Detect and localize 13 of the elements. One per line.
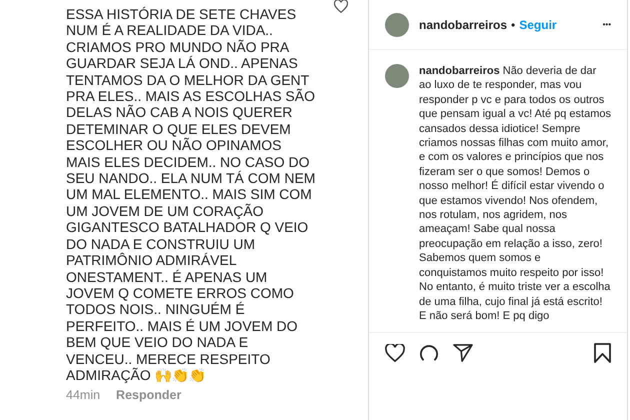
comment-time: 44min xyxy=(66,387,100,404)
username[interactable]: nandobarreiros xyxy=(419,16,508,34)
send-icon[interactable] xyxy=(453,344,473,362)
avatar[interactable] xyxy=(385,64,409,88)
heart-icon[interactable] xyxy=(385,344,405,362)
avatar[interactable] xyxy=(385,12,409,36)
separator: • xyxy=(511,16,516,34)
comment-icon[interactable] xyxy=(419,344,439,362)
more-options-button[interactable]: ••• xyxy=(602,18,611,30)
bookmark-icon[interactable] xyxy=(594,343,611,363)
heart-icon[interactable] xyxy=(334,0,348,13)
comment-text: ESSA HISTÓRIA DE SETE CHAVES NUM É A REALIDADE DA VIDA.. CRIAMOS PRO MUNDO NÃO PRA GUARDAR SEJA LÁ OND.. APENAS TENTAMOS DA O MELHOR DA GENT PRA ELES.. MAIS AS ESCOLHAS SÃO DELAS NÃO CAB A NOIS QUERER DETEMINAR O QUE ELES DEVEM ESCOLHER OU NÃO OPINAMOS MAIS ELES DECIDEM.. NO CASO DO SEU NANDO.. ELA NUM TÁ COM NEM UM MAL ELEMENTO.. MAIS SIM COM UM JOVEM DE UM CORAÇÃO GIGANTESCO BATALHADOR Q VEIO DO NADA E CONSTRUIU UM PATRIMÔNIO ADMIRÁVEL ONESTAMENT.. É APENAS UM JOVEM Q COMETE ERROS COMO TODOS NOIS.. NINGUÉM É PERFEITO.. MAIS É UM JOVEM DO BEM QUE VEIO DO NADA E VENCEU.. MERECE RESPEITO ADMIRAÇÃO 🙌👏👏 xyxy=(66,6,316,384)
caption-text: nandobarreiros Não deveria de dar ao luxo de te responder, mas vou responder p vc e para todos os outros que pensam igual a vc! Até pq estamos cansados dessa idiotice! Sempre criamos nossas filhas com muito amor, e com os valores e princípios que nos fizeram ser o que somos! Demos o nosso melhor! É difícil estar vivendo o que estamos vivendo! Nos ofendem, nos rotulam, nos agridem, nos ameaçam! Sabe qual nossa preocupação em relação a isso, zero! Sabemos quem somos e conquistamos muito respeito por isso! No entanto, é muito triste ver a escolha de uma filha, cujo final já está escrito! E não será bom! E pq digo xyxy=(419,64,611,324)
